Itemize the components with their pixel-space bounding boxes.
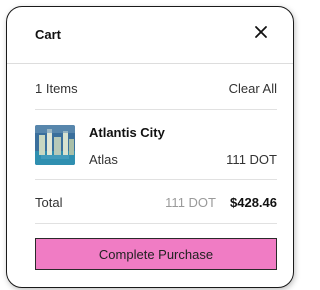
total-fiat: $428.46 (230, 195, 277, 210)
close-icon[interactable] (253, 24, 269, 40)
clear-all-button[interactable]: Clear All (229, 81, 277, 96)
item-count: 1 Items (35, 81, 78, 96)
item-collection: Atlas (89, 152, 118, 167)
total-crypto: 111 DOT (165, 195, 216, 210)
cart-panel: Cart 1 Items Clear All Atlantis City Atl… (6, 6, 294, 288)
complete-purchase-button[interactable]: Complete Purchase (35, 238, 277, 270)
cart-title: Cart (35, 27, 62, 42)
cart-header: Cart (7, 7, 293, 64)
nft-thumbnail[interactable] (35, 125, 75, 165)
total-label: Total (35, 195, 63, 210)
divider (35, 179, 277, 180)
item-price: 111 DOT (226, 152, 277, 167)
total-row: Total 111 DOT $428.46 (35, 195, 277, 210)
cart-summary-row: 1 Items Clear All (35, 81, 277, 96)
item-name[interactable]: Atlantis City (89, 125, 165, 140)
divider (35, 109, 277, 110)
divider (35, 223, 277, 224)
